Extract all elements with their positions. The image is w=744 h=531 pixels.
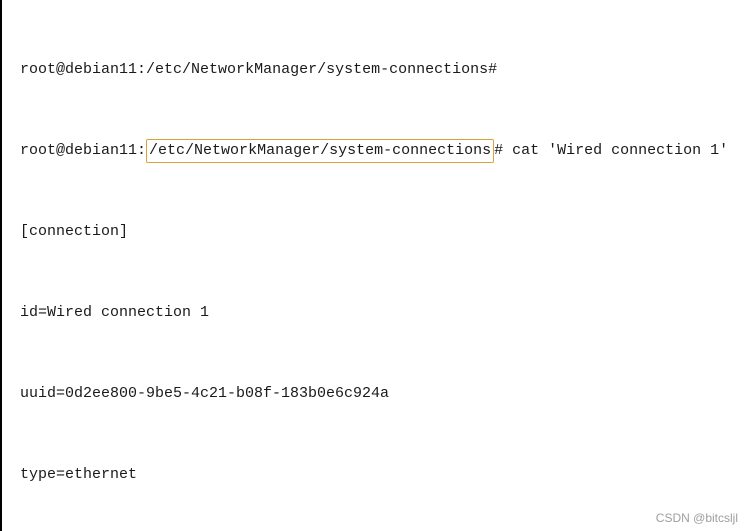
prompt-userhost: root@debian11: [20, 142, 137, 159]
prompt-line-2: root@debian11:/etc/NetworkManager/system…: [4, 137, 744, 164]
conn-type: type=ethernet: [4, 461, 744, 488]
prompt-userhost: root@debian11: [20, 61, 137, 78]
command-text: cat 'Wired connection 1': [503, 142, 728, 159]
prompt-line-1: root@debian11:/etc/NetworkManager/system…: [4, 56, 744, 83]
conn-uuid: uuid=0d2ee800-9be5-4c21-b08f-183b0e6c924…: [4, 380, 744, 407]
highlighted-path: /etc/NetworkManager/system-connections: [146, 139, 494, 163]
conn-id: id=Wired connection 1: [4, 299, 744, 326]
prompt-path: /etc/NetworkManager/system-connections: [146, 61, 488, 78]
watermark: CSDN @bitcsljl: [656, 511, 738, 525]
section-connection-header: [connection]: [4, 218, 744, 245]
terminal-output: root@debian11:/etc/NetworkManager/system…: [0, 0, 744, 531]
